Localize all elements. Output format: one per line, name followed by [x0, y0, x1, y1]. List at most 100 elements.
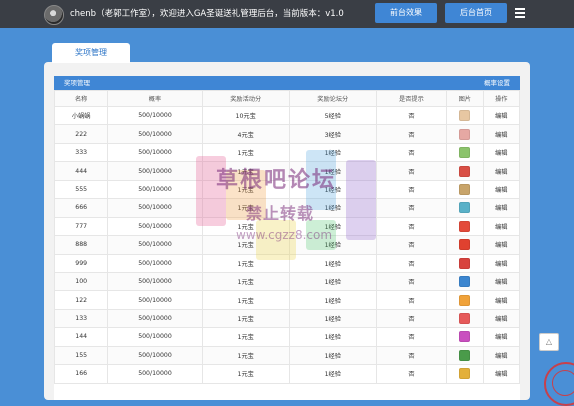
gift-box-icon — [459, 128, 471, 140]
cell-forum-points: 1经验 — [288, 364, 377, 384]
cell-probability: 500/10000 — [107, 142, 203, 163]
table-row: 166 500/10000 1元宝 1经验否 编辑 — [53, 364, 520, 384]
edit-link[interactable]: 编辑 — [482, 198, 520, 218]
edit-link[interactable]: 编辑 — [482, 308, 520, 329]
cell-image — [446, 198, 484, 218]
cell-forum-points: 1经验 — [288, 271, 377, 292]
edit-link[interactable]: 编辑 — [482, 290, 520, 310]
cell-activity-points: 1元宝 — [201, 364, 290, 384]
cell-prompt: 否 — [375, 142, 448, 163]
table-row: 小蜗蜗 500/10000 10元宝 5经验否 编辑 — [53, 105, 520, 126]
cell-image — [446, 124, 484, 144]
edit-link[interactable]: 编辑 — [482, 364, 520, 384]
col-image: 图片 — [446, 90, 484, 107]
stamp-logo — [544, 362, 574, 406]
cell-prompt: 否 — [375, 327, 448, 347]
cell-name: 777 — [53, 216, 109, 237]
col-forum-points: 奖励论坛分 — [288, 90, 377, 107]
cell-name: 155 — [53, 345, 109, 366]
probability-settings-link[interactable]: 概率设置 — [484, 76, 510, 90]
cell-activity-points: 1元宝 — [201, 308, 290, 329]
cell-name: 133 — [53, 308, 109, 329]
cell-probability: 500/10000 — [107, 290, 203, 310]
cell-image — [446, 179, 484, 200]
cell-name: 小蜗蜗 — [53, 105, 109, 126]
cell-name: 444 — [53, 161, 109, 181]
cell-probability: 500/10000 — [107, 235, 203, 255]
cell-forum-points: 1经验 — [288, 327, 377, 347]
cell-image — [446, 235, 484, 255]
col-prompt: 是否提示 — [375, 90, 448, 107]
cell-activity-points: 1元宝 — [201, 271, 290, 292]
cell-forum-points: 5经验 — [288, 105, 377, 126]
watermark-line1: 草根吧论坛 — [216, 168, 337, 193]
cell-prompt: 否 — [375, 271, 448, 292]
cell-forum-points: 1经验 — [288, 308, 377, 329]
cell-forum-points: 1经验 — [288, 345, 377, 366]
watermark-line2: 禁止转载 — [246, 204, 315, 223]
cell-probability: 500/10000 — [107, 161, 203, 181]
cell-prompt: 否 — [375, 216, 448, 237]
cell-image — [446, 142, 484, 163]
cell-probability: 500/10000 — [107, 308, 203, 329]
cell-prompt: 否 — [375, 364, 448, 384]
admin-home-button[interactable]: 后台首页 — [445, 3, 507, 23]
gift-box-icon — [459, 276, 471, 288]
welcome-text: chenb（老郭工作室），欢迎进入GA圣诞送礼管理后台，当前版本：v1.0 — [70, 9, 344, 19]
gift-box-icon — [459, 165, 471, 177]
edit-link[interactable]: 编辑 — [482, 124, 520, 144]
gift-box-icon — [459, 220, 471, 232]
cell-forum-points: 3经验 — [288, 124, 377, 144]
scroll-top-button[interactable]: △ — [539, 333, 559, 351]
edit-link[interactable]: 编辑 — [482, 345, 520, 366]
menu-icon[interactable] — [515, 8, 525, 18]
edit-link[interactable]: 编辑 — [482, 105, 520, 126]
edit-link[interactable]: 编辑 — [482, 253, 520, 273]
gift-box-icon — [459, 239, 471, 251]
table-row: 133 500/10000 1元宝 1经验否 编辑 — [53, 308, 520, 329]
cell-name: 999 — [53, 253, 109, 273]
top-bar: chenb（老郭工作室），欢迎进入GA圣诞送礼管理后台，当前版本：v1.0 前台… — [0, 0, 574, 28]
card-title: 奖项管理 — [64, 79, 90, 87]
gift-box-icon — [459, 110, 471, 122]
cell-prompt: 否 — [375, 253, 448, 273]
gift-box-icon — [459, 294, 471, 306]
edit-link[interactable]: 编辑 — [482, 142, 520, 163]
avatar[interactable] — [44, 5, 64, 25]
cell-probability: 500/10000 — [107, 124, 203, 144]
cell-probability: 500/10000 — [107, 345, 203, 366]
edit-link[interactable]: 编辑 — [482, 235, 520, 255]
table-row: 999 500/10000 1元宝 1经验否 编辑 — [53, 253, 520, 273]
cell-name: 555 — [53, 179, 109, 200]
front-effect-button[interactable]: 前台效果 — [375, 3, 437, 23]
gift-box-icon — [459, 183, 471, 195]
col-probability: 概率 — [107, 90, 203, 107]
edit-link[interactable]: 编辑 — [482, 179, 520, 200]
cell-probability: 500/10000 — [107, 105, 203, 126]
cell-image — [446, 271, 484, 292]
edit-link[interactable]: 编辑 — [482, 327, 520, 347]
cell-image — [446, 364, 484, 384]
card-header: 奖项管理 概率设置 — [54, 76, 520, 90]
cell-name: 100 — [53, 271, 109, 292]
table-row: 122 500/10000 1元宝 1经验否 编辑 — [53, 290, 520, 310]
col-name: 名称 — [53, 90, 109, 107]
edit-link[interactable]: 编辑 — [482, 271, 520, 292]
table-header-row: 名称 概率 奖励活动分 奖励论坛分 是否提示 图片 操作 — [53, 90, 520, 107]
cell-name: 222 — [53, 124, 109, 144]
cell-name: 666 — [53, 198, 109, 218]
edit-link[interactable]: 编辑 — [482, 216, 520, 237]
cell-image — [446, 327, 484, 347]
cell-image — [446, 290, 484, 310]
cell-forum-points: 1经验 — [288, 142, 377, 163]
edit-link[interactable]: 编辑 — [482, 161, 520, 181]
cell-image — [446, 253, 484, 273]
gift-box-icon — [459, 202, 471, 214]
cell-prompt: 否 — [375, 161, 448, 181]
cell-prompt: 否 — [375, 179, 448, 200]
cell-activity-points: 1元宝 — [201, 253, 290, 273]
cell-prompt: 否 — [375, 235, 448, 255]
tab-prize-management[interactable]: 奖项管理 — [52, 43, 130, 63]
gift-box-icon — [459, 368, 471, 380]
cell-activity-points: 1元宝 — [201, 142, 290, 163]
